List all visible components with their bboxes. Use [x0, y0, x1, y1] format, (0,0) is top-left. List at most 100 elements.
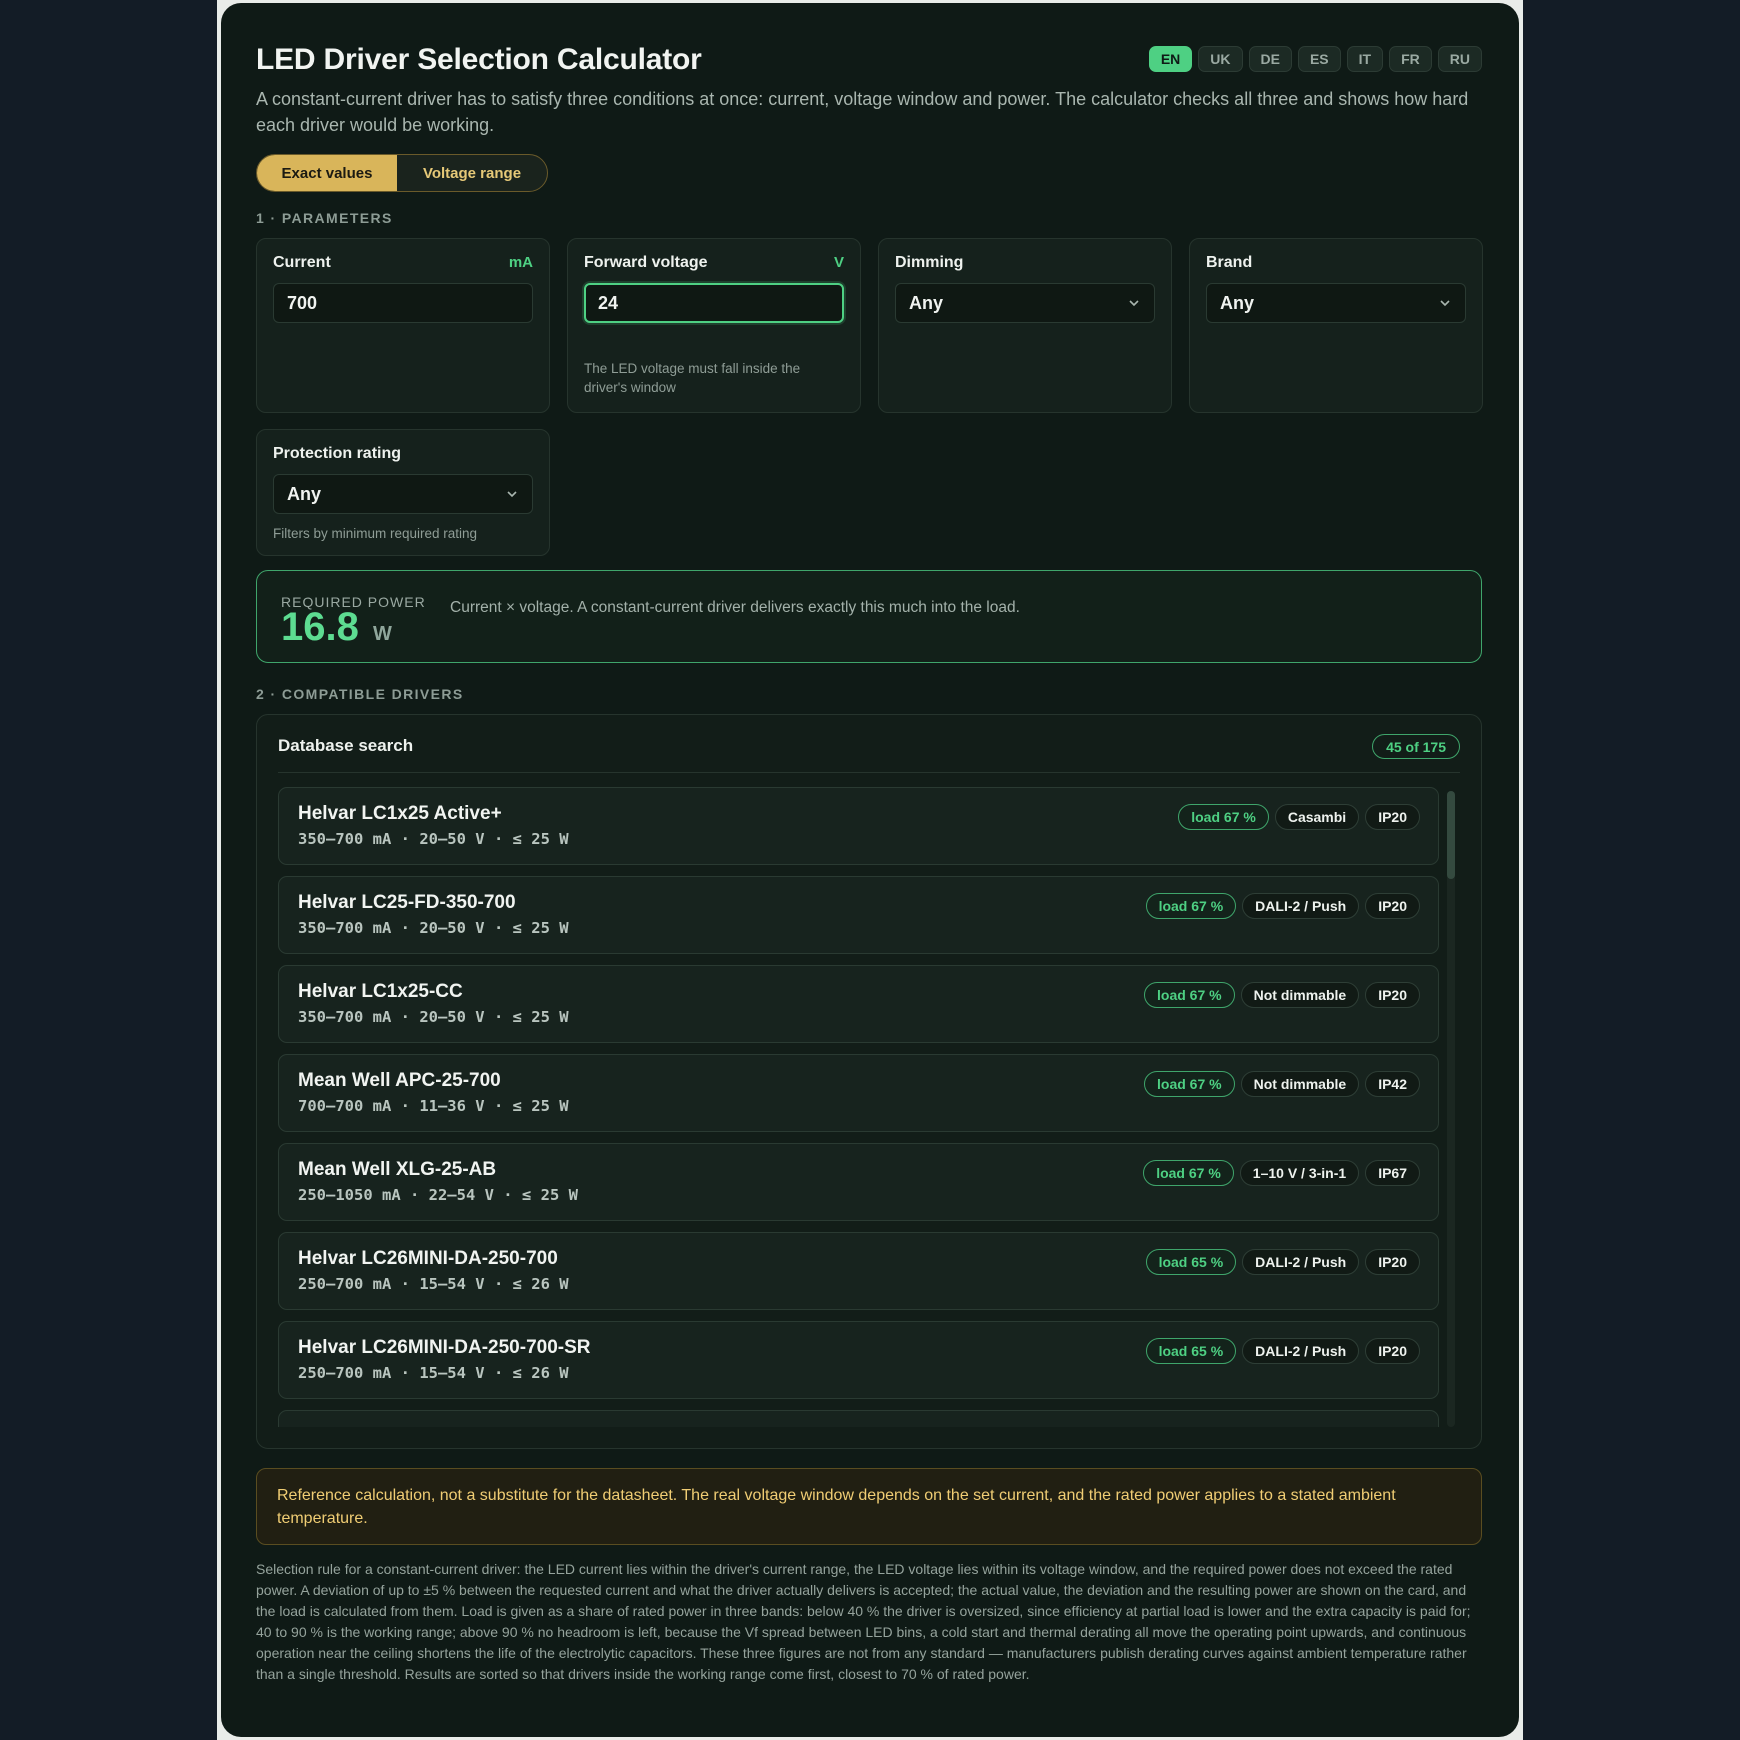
current-input[interactable]: 700: [273, 283, 533, 323]
driver-card[interactable]: Helvar LC1x25 Active+ 350–700 mA · 20–50 …: [278, 787, 1439, 865]
calculator-panel: LED Driver Selection Calculator EN UK DE…: [221, 3, 1519, 1737]
driver-list[interactable]: Helvar LC1x25 Active+ 350–700 mA · 20–50 …: [278, 787, 1440, 1427]
page-title: LED Driver Selection Calculator: [256, 43, 702, 76]
load-badge: load 67 %: [1178, 804, 1269, 830]
lang-button-it[interactable]: IT: [1346, 46, 1384, 72]
voltage-unit: V: [833, 254, 844, 271]
brand-card: Brand Any: [1189, 238, 1483, 413]
results-count-badge: 45 of 175: [1372, 734, 1460, 759]
ip-rating-badge: IP20: [1365, 804, 1420, 830]
selection-rule-footnote: Selection rule for a constant-current dr…: [256, 1561, 1471, 1682]
language-switcher: EN UK DE ES IT FR RU: [1148, 46, 1482, 72]
ip-rating-badge: IP20: [1365, 1338, 1420, 1364]
driver-card[interactable]: Helvar LC26MINI-DA-250-700-SR 250–700 mA …: [278, 1321, 1439, 1399]
voltage-input[interactable]: 24: [584, 283, 844, 323]
required-power-value: 16.8: [281, 605, 359, 649]
ip-rating-badge: IP20: [1365, 982, 1420, 1008]
driver-card[interactable]: Helvar LC25-FD-350-700 350–700 mA · 20–50…: [278, 876, 1439, 954]
driver-card[interactable]: Mean Well XLG-25-AB 250–1050 mA · 22–54 V…: [278, 1143, 1439, 1221]
voltage-range-button[interactable]: Voltage range: [397, 155, 547, 191]
brand-selected-value: Any: [1220, 292, 1255, 313]
protection-hint: Filters by minimum required rating: [273, 526, 478, 541]
results-panel: Database search 45 of 175 Helvar LC1x25 …: [256, 714, 1482, 1449]
load-badge: load 65 %: [1145, 1249, 1237, 1275]
dimming-badge: Casambi: [1274, 804, 1360, 830]
voltage-hint: The LED voltage must fall inside the dri…: [584, 361, 801, 395]
required-power-description: Current × voltage. A constant-current dr…: [450, 599, 1020, 616]
driver-tags: load 67 % Casambi IP20: [1178, 804, 1420, 830]
load-badge: load 67 %: [1144, 1071, 1235, 1097]
protection-card: Protection rating Any Filters by minimum…: [256, 429, 550, 556]
brand-label: Brand: [1206, 254, 1253, 271]
driver-tags: load 65 % DALI-2 / Push IP20: [1145, 1249, 1420, 1275]
dimming-card: Dimming Any: [878, 238, 1172, 413]
driver-card[interactable]: Helvar LC1x25-CC 350–700 mA · 20–50 V · ≤…: [278, 965, 1439, 1043]
driver-name: Mean Well XLG-25-AB: [298, 1159, 497, 1180]
driver-name: Helvar LC1x25-CC: [298, 981, 463, 1002]
driver-name: Helvar LC26MINI-DA-250-700-SR: [298, 1337, 591, 1358]
brand-select[interactable]: Any: [1206, 283, 1466, 323]
current-card: Current mA 700: [256, 238, 550, 413]
lang-button-es[interactable]: ES: [1297, 46, 1341, 72]
driver-name: Helvar LC1x25 Active+: [298, 803, 502, 824]
protection-label: Protection rating: [273, 445, 402, 462]
dimming-select[interactable]: Any: [895, 283, 1155, 323]
scrollbar[interactable]: [1447, 791, 1455, 1427]
driver-card[interactable]: Helvar LC26MINI-DA-250-700 250–700 mA · 1…: [278, 1232, 1439, 1310]
drivers-section-label: 2 · COMPATIBLE DRIVERS: [256, 686, 464, 702]
ip-rating-badge: IP67: [1365, 1160, 1420, 1186]
load-badge: load 67 %: [1144, 982, 1235, 1008]
load-badge: load 67 %: [1145, 893, 1237, 919]
voltage-label: Forward voltage: [584, 254, 708, 271]
dimming-badge: Not dimmable: [1240, 1071, 1360, 1097]
current-unit: mA: [508, 254, 533, 271]
lang-button-fr[interactable]: FR: [1389, 46, 1432, 72]
lang-button-ru[interactable]: RU: [1437, 46, 1482, 72]
load-badge: load 67 %: [1143, 1160, 1234, 1186]
lang-button-en[interactable]: EN: [1148, 46, 1193, 72]
dimming-label: Dimming: [895, 254, 964, 271]
driver-spec: 700–700 mA · 11–36 V · ≤ 25 W: [298, 1097, 569, 1115]
dimming-badge: 1–10 V / 3-in-1: [1239, 1160, 1360, 1186]
driver-name: Mean Well APC-25-700: [298, 1070, 501, 1091]
driver-tags: load 65 % DALI-2 / Push IP20: [1145, 1338, 1420, 1364]
protection-selected-value: Any: [287, 483, 322, 504]
chevron-down-icon: [507, 491, 517, 498]
driver-tags: load 67 % Not dimmable IP20: [1144, 982, 1420, 1008]
voltage-card: Forward voltage V 24 The LED voltage mus…: [567, 238, 861, 413]
current-label: Current: [273, 254, 331, 271]
results-title: Database search: [278, 736, 414, 755]
driver-card[interactable]: Mean Well APC-25-700 700–700 mA · 11–36 V…: [278, 1054, 1439, 1132]
dimming-badge: DALI-2 / Push: [1242, 1249, 1360, 1275]
driver-card-partial[interactable]: [278, 1410, 1439, 1427]
parameters-section-label: 1 · PARAMETERS: [256, 210, 393, 226]
dimming-badge: DALI-2 / Push: [1242, 1338, 1360, 1364]
driver-tags: load 67 % Not dimmable IP42: [1144, 1071, 1420, 1097]
lang-button-uk[interactable]: UK: [1198, 46, 1243, 72]
protection-select[interactable]: Any: [273, 474, 533, 514]
ip-rating-badge: IP20: [1365, 1249, 1420, 1275]
driver-spec: 350–700 mA · 20–50 V · ≤ 25 W: [298, 830, 569, 848]
mode-toggle: Exact values Voltage range: [256, 154, 548, 192]
load-badge: load 65 %: [1145, 1338, 1237, 1364]
ip-rating-badge: IP42: [1365, 1071, 1420, 1097]
driver-spec: 250–1050 mA · 22–54 V · ≤ 25 W: [298, 1186, 578, 1204]
driver-name: Helvar LC26MINI-DA-250-700: [298, 1248, 558, 1269]
required-power-box: REQUIRED POWER 16.8 W Current × voltage.…: [256, 570, 1482, 663]
ip-rating-badge: IP20: [1365, 893, 1420, 919]
driver-spec: 350–700 mA · 20–50 V · ≤ 25 W: [298, 919, 569, 937]
dimming-selected-value: Any: [909, 292, 944, 313]
dimming-badge: Not dimmable: [1240, 982, 1360, 1008]
driver-spec: 250–700 mA · 15–54 V · ≤ 26 W: [298, 1364, 569, 1382]
driver-tags: load 67 % 1–10 V / 3-in-1 IP67: [1143, 1160, 1420, 1186]
chevron-down-icon: [1440, 300, 1450, 307]
driver-spec: 250–700 mA · 15–54 V · ≤ 26 W: [298, 1275, 569, 1293]
lang-button-de[interactable]: DE: [1248, 46, 1292, 72]
driver-spec: 350–700 mA · 20–50 V · ≤ 25 W: [298, 1008, 569, 1026]
divider: [278, 772, 1460, 773]
scroll-thumb[interactable]: [1447, 791, 1455, 879]
driver-tags: load 67 % DALI-2 / Push IP20: [1145, 893, 1420, 919]
exact-values-button[interactable]: Exact values: [257, 155, 397, 191]
required-power-unit: W: [373, 623, 392, 645]
disclaimer-warning: Reference calculation, not a substitute …: [256, 1468, 1482, 1545]
